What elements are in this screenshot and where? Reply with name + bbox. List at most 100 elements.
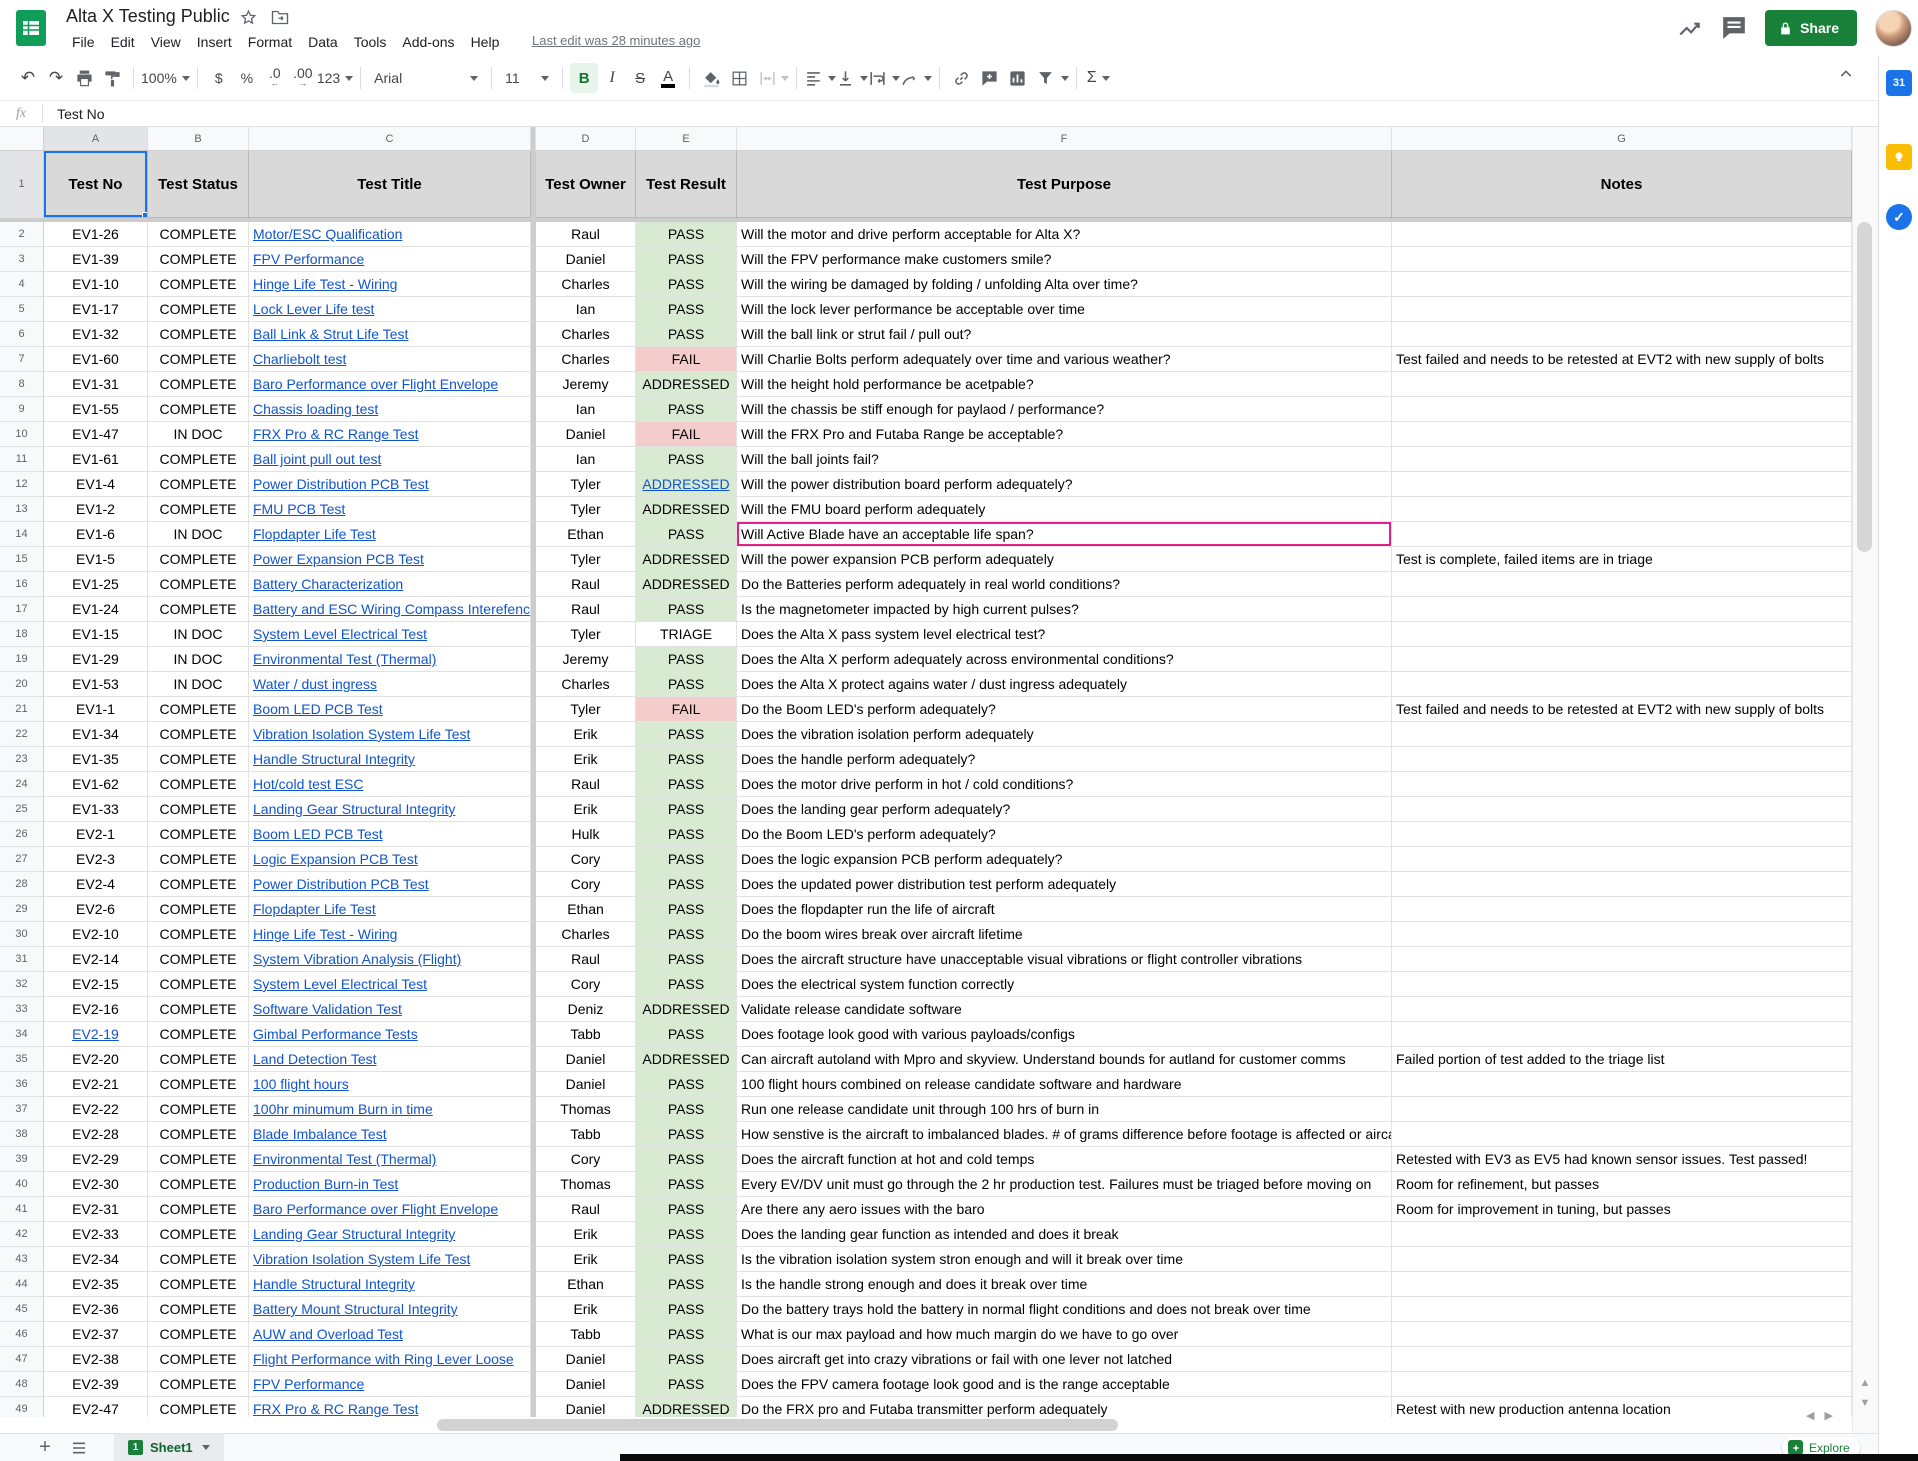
menu-format[interactable]: Format (240, 34, 300, 50)
cell-test-owner[interactable]: Erik (536, 722, 636, 747)
cell-test-purpose[interactable]: Will the FPV performance make customers … (737, 247, 1392, 272)
cell-notes[interactable] (1392, 522, 1852, 547)
cell-test-purpose[interactable]: Does the Alta X pass system level electr… (737, 622, 1392, 647)
cell-test-owner[interactable]: Tabb (536, 1322, 636, 1347)
add-sheet-button[interactable]: + (28, 1434, 62, 1461)
row-number[interactable]: 47 (0, 1347, 44, 1372)
cell-test-result[interactable]: PASS (636, 297, 737, 322)
cell-test-no[interactable]: EV2-34 (44, 1247, 148, 1272)
header-cell-B1[interactable]: Test Status (148, 151, 249, 218)
row-number[interactable]: 14 (0, 522, 44, 547)
cell-test-title[interactable]: Land Detection Test (249, 1047, 531, 1072)
cell-notes[interactable] (1392, 647, 1852, 672)
cell-notes[interactable] (1392, 872, 1852, 897)
cell-test-result[interactable]: ADDRESSED (636, 372, 737, 397)
cell-test-purpose[interactable]: Do the Boom LED's perform adequately? (737, 697, 1392, 722)
test-title-link[interactable]: Hinge Life Test - Wiring (253, 926, 397, 942)
cell-notes[interactable] (1392, 247, 1852, 272)
cell-notes[interactable] (1392, 1297, 1852, 1322)
document-title[interactable]: Alta X Testing Public (66, 6, 230, 27)
cell-test-purpose[interactable]: Run one release candidate unit through 1… (737, 1097, 1392, 1122)
cell-test-no[interactable]: EV1-15 (44, 622, 148, 647)
cell-notes[interactable] (1392, 1247, 1852, 1272)
row-number[interactable]: 31 (0, 947, 44, 972)
test-title-link[interactable]: Production Burn-in Test (253, 1176, 398, 1192)
borders-button[interactable] (725, 63, 753, 93)
cell-test-purpose[interactable]: Will the ball joints fail? (737, 447, 1392, 472)
menu-file[interactable]: File (64, 34, 103, 50)
cell-test-purpose[interactable]: Does the landing gear perform adequately… (737, 797, 1392, 822)
cell-test-title[interactable]: Charliebolt test (249, 347, 531, 372)
cell-notes[interactable] (1392, 1122, 1852, 1147)
cell-test-no[interactable]: EV2-38 (44, 1347, 148, 1372)
cell-test-purpose[interactable]: Do the FRX pro and Futaba transmitter pe… (737, 1397, 1392, 1417)
account-avatar[interactable] (1875, 10, 1912, 47)
cell-test-status[interactable]: COMPLETE (148, 747, 249, 772)
cell-test-purpose[interactable]: Does the landing gear function as intend… (737, 1222, 1392, 1247)
cell-test-title[interactable]: Ball joint pull out test (249, 447, 531, 472)
cell-test-status[interactable]: COMPLETE (148, 397, 249, 422)
cell-test-purpose[interactable]: What is our max payload and how much mar… (737, 1322, 1392, 1347)
row-number[interactable]: 4 (0, 272, 44, 297)
cell-notes[interactable] (1392, 1072, 1852, 1097)
cell-test-no[interactable]: EV1-29 (44, 647, 148, 672)
test-title-link[interactable]: FMU PCB Test (253, 501, 345, 517)
menu-add-ons[interactable]: Add-ons (394, 34, 462, 50)
cell-test-result[interactable]: PASS (636, 1272, 737, 1297)
row-number[interactable]: 45 (0, 1297, 44, 1322)
undo-button[interactable]: ↶ (14, 63, 42, 93)
header-cell-G1[interactable]: Notes (1392, 151, 1852, 218)
header-cell-F1[interactable]: Test Purpose (737, 151, 1392, 218)
cell-test-result[interactable]: PASS (636, 1322, 737, 1347)
test-title-link[interactable]: Battery Mount Structural Integrity (253, 1301, 458, 1317)
tasks-icon[interactable]: ✓ (1886, 204, 1912, 230)
cell-notes[interactable] (1392, 772, 1852, 797)
cell-test-result[interactable]: FAIL (636, 347, 737, 372)
row-number[interactable]: 6 (0, 322, 44, 347)
cell-test-result[interactable]: PASS (636, 247, 737, 272)
cell-test-status[interactable]: COMPLETE (148, 847, 249, 872)
cell-test-status[interactable]: COMPLETE (148, 1197, 249, 1222)
cell-test-no[interactable]: EV2-37 (44, 1322, 148, 1347)
cell-test-owner[interactable]: Jeremy (536, 647, 636, 672)
activity-dashboard-icon[interactable] (1677, 15, 1703, 41)
cell-test-owner[interactable]: Erik (536, 1297, 636, 1322)
cell-test-purpose[interactable]: Do the Boom LED's perform adequately? (737, 822, 1392, 847)
sheet-tab-menu-caret[interactable] (202, 1445, 210, 1450)
cell-test-purpose[interactable]: Does the aircraft structure have unaccep… (737, 947, 1392, 972)
menu-help[interactable]: Help (463, 34, 508, 50)
cell-test-purpose[interactable]: Are there any aero issues with the baro (737, 1197, 1392, 1222)
test-result-link[interactable]: ADDRESSED (642, 476, 729, 492)
cell-test-no[interactable]: EV1-31 (44, 372, 148, 397)
menu-tools[interactable]: Tools (346, 34, 395, 50)
test-title-link[interactable]: FPV Performance (253, 251, 364, 267)
test-title-link[interactable]: Environmental Test (Thermal) (253, 651, 436, 667)
cell-test-status[interactable]: COMPLETE (148, 1147, 249, 1172)
cell-test-result[interactable]: PASS (636, 272, 737, 297)
row-number[interactable]: 26 (0, 822, 44, 847)
vertical-scrollbar-thumb[interactable] (1857, 222, 1872, 552)
test-title-link[interactable]: Hot/cold test ESC (253, 776, 364, 792)
cell-test-no[interactable]: EV2-20 (44, 1047, 148, 1072)
bold-button[interactable]: B (570, 63, 598, 93)
test-title-link[interactable]: Flight Performance with Ring Lever Loose (253, 1351, 514, 1367)
sheets-logo-icon[interactable] (14, 9, 48, 47)
cell-test-result[interactable]: PASS (636, 872, 737, 897)
cell-test-title[interactable]: Water / dust ingress (249, 672, 531, 697)
test-title-link[interactable]: System Level Electrical Test (253, 626, 427, 642)
cell-test-status[interactable]: COMPLETE (148, 547, 249, 572)
row-number[interactable]: 42 (0, 1222, 44, 1247)
cell-test-title[interactable]: Landing Gear Structural Integrity (249, 797, 531, 822)
row-number[interactable]: 22 (0, 722, 44, 747)
cell-test-status[interactable]: COMPLETE (148, 1222, 249, 1247)
cell-test-title[interactable]: Chassis loading test (249, 397, 531, 422)
test-title-link[interactable]: Landing Gear Structural Integrity (253, 1226, 455, 1242)
cell-test-status[interactable]: COMPLETE (148, 1072, 249, 1097)
cell-test-purpose[interactable]: Does the aircraft function at hot and co… (737, 1147, 1392, 1172)
cell-test-owner[interactable]: Tyler (536, 497, 636, 522)
cell-test-title[interactable]: Motor/ESC Qualification (249, 222, 531, 247)
row-number[interactable]: 20 (0, 672, 44, 697)
row-number[interactable]: 8 (0, 372, 44, 397)
italic-button[interactable]: I (598, 63, 626, 93)
cell-test-purpose[interactable]: Will Charlie Bolts perform adequately ov… (737, 347, 1392, 372)
